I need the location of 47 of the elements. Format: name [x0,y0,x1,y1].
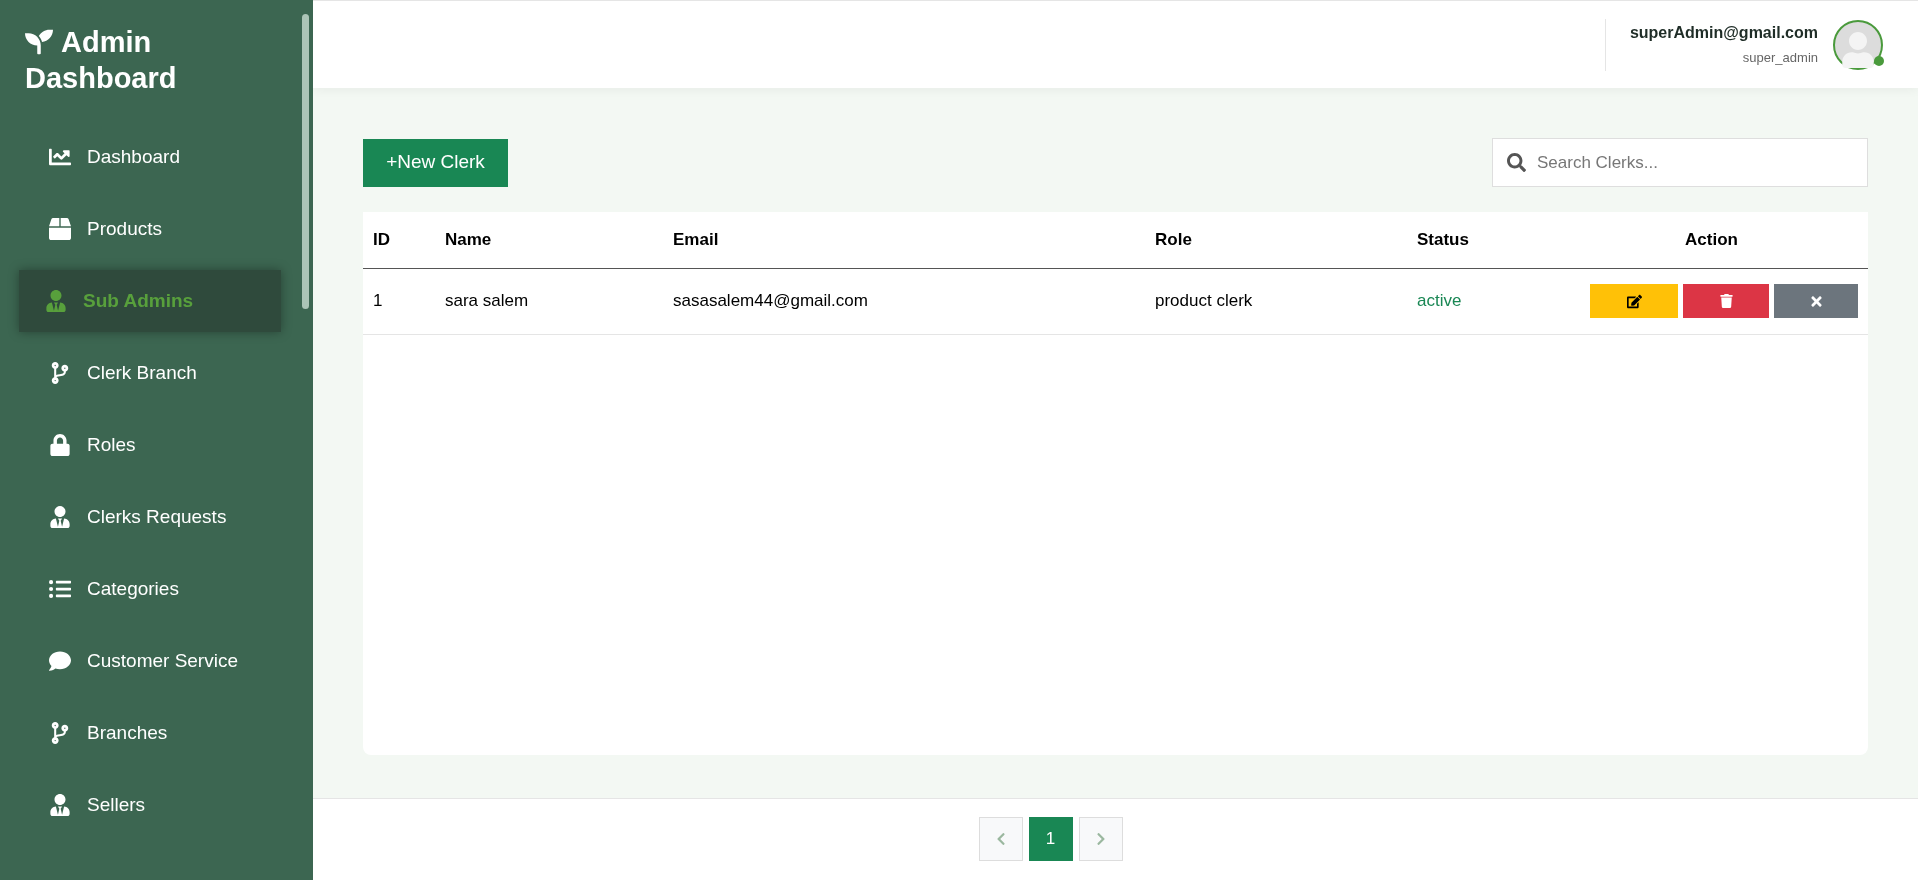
sidebar-item[interactable]: Roles [19,414,281,476]
sidebar-item[interactable]: Dashboard [19,126,281,188]
chart-icon [49,146,71,168]
status-text: active [1417,291,1462,311]
edit-button[interactable] [1590,284,1678,318]
page-button[interactable]: 1 [1028,817,1073,861]
sidebar-item[interactable]: Sellers [19,774,281,836]
column-header: Status [1417,230,1469,249]
list-icon [49,578,71,600]
app-title: Dashboard [25,61,178,96]
column-header: Email [673,230,719,249]
sidebar-item[interactable]: Categories [19,558,281,620]
person-icon [1840,31,1876,68]
trash-icon [1719,294,1733,308]
column-header: Name [445,230,492,249]
sidebar-item[interactable]: Products [19,198,281,260]
user-email: superAdmin@gmail.com [1629,23,1818,44]
box-icon [49,218,71,240]
app-title: Admin [61,25,152,60]
column-header: Action [1685,230,1738,249]
column-header: Role [1155,230,1192,249]
sidebar-item[interactable]: Clerk Branch [19,342,281,404]
edit-icon [1626,293,1642,309]
search-icon [1507,153,1526,172]
table-cell: sara salem [445,291,529,311]
user-icon [49,506,71,528]
branch-icon [49,722,71,744]
sprout-icon [25,28,53,56]
search-field[interactable]: Search Clerks... [1492,138,1868,187]
sidebar-item[interactable]: Branches [19,702,281,764]
column-header: ID [373,230,390,249]
chat-icon [49,650,71,672]
user-icon [45,290,67,312]
sidebar-item[interactable]: Customer Service [19,630,281,692]
close-button[interactable] [1774,284,1858,318]
new-clerk-button[interactable]: +New Clerk [363,138,508,187]
chevron-right-icon [1094,832,1107,846]
branch-icon [49,362,71,384]
table-cell: 1 [373,291,383,311]
user-role: super_admin [1742,49,1818,68]
user-icon [49,794,71,816]
avatar[interactable] [1833,19,1883,70]
table-cell: sasasalem44@gmail.com [673,291,868,311]
delete-button[interactable] [1683,284,1769,318]
lock-icon [49,434,71,456]
table-cell: product clerk [1155,291,1253,311]
sidebar-item[interactable]: Clerks Requests [19,486,281,548]
